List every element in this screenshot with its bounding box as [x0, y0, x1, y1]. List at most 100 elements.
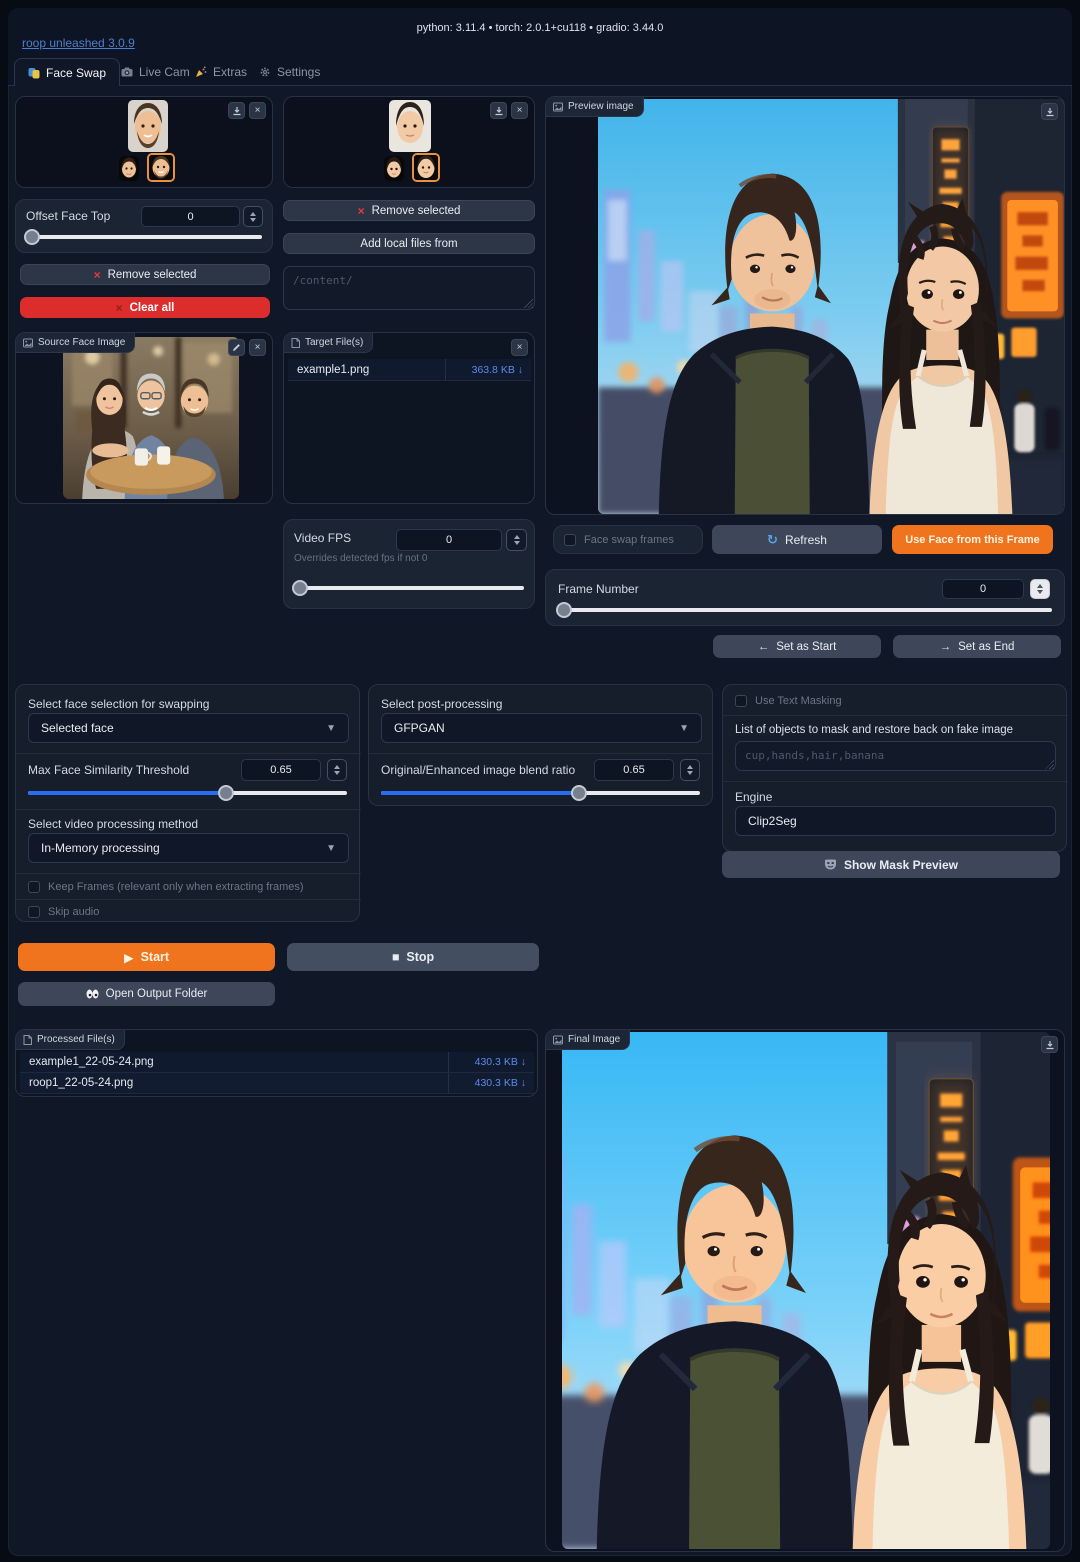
similarity-stepper[interactable]: [327, 759, 347, 781]
close-icon[interactable]: ×: [249, 339, 266, 356]
file-icon: [291, 337, 300, 348]
edit-icon[interactable]: [228, 339, 245, 356]
processed-file-row[interactable]: example1_22-05-24.png 430.3 KB ↓: [20, 1052, 534, 1073]
file-size-download-link[interactable]: 363.8 KB ↓: [445, 359, 531, 380]
final-image: [562, 1032, 1050, 1549]
preview-image-chip: Preview image: [546, 97, 644, 117]
frame-number-value[interactable]: 0: [942, 579, 1024, 599]
mask-objects-textarea[interactable]: [735, 741, 1056, 771]
video-method-dropdown[interactable]: In-Memory processing ▼: [28, 833, 349, 863]
file-name: example1_22-05-24.png: [29, 1056, 154, 1068]
checkbox-box[interactable]: [28, 906, 40, 918]
final-image-chip: Final Image: [546, 1030, 631, 1050]
divider: [723, 781, 1068, 782]
offset-face-top-slider[interactable]: [24, 229, 262, 245]
target-files-chip: Target File(s): [284, 333, 374, 353]
similarity-value[interactable]: 0.65: [241, 759, 321, 781]
download-icon[interactable]: [490, 102, 507, 119]
target-file-row[interactable]: example1.png 363.8 KB ↓: [288, 359, 531, 381]
clear-all-button[interactable]: × Clear all: [20, 297, 270, 318]
target-faces-gallery: ×: [283, 96, 535, 188]
file-name: example1.png: [297, 363, 370, 376]
remove-selected-source-button[interactable]: × Remove selected: [20, 264, 270, 285]
video-fps-value[interactable]: 0: [396, 529, 502, 551]
open-output-folder-button[interactable]: Open Output Folder: [18, 982, 275, 1006]
source-face-image-panel: Source Face Image ×: [15, 332, 273, 504]
eyes-icon: [86, 989, 99, 999]
target-face-thumb-girl[interactable]: [384, 156, 404, 181]
video-method-label: Select video processing method: [28, 817, 199, 831]
similarity-slider[interactable]: [28, 785, 347, 801]
processed-file-row[interactable]: roop1_22-05-24.png 430.3 KB ↓: [20, 1073, 534, 1094]
target-face-large-thumb[interactable]: [389, 100, 431, 152]
file-size-download-link[interactable]: 430.3 KB ↓: [448, 1073, 534, 1093]
offset-face-top-stepper[interactable]: [243, 206, 263, 227]
face-selection-dropdown[interactable]: Selected face ▼: [28, 713, 349, 743]
blend-ratio-input-group: 0.65: [594, 759, 674, 781]
face-swap-frames-checkbox[interactable]: Face swap frames: [564, 533, 674, 546]
offset-face-top-label: Offset Face Top: [26, 209, 111, 223]
blend-ratio-slider[interactable]: [381, 785, 700, 801]
close-icon[interactable]: ×: [511, 339, 528, 356]
source-faces-gallery: ×: [15, 96, 273, 188]
divider: [16, 809, 361, 810]
video-fps-slider[interactable]: [292, 580, 524, 596]
set-as-end-button[interactable]: → Set as End: [893, 635, 1061, 658]
use-text-masking-checkbox[interactable]: Use Text Masking: [735, 695, 842, 707]
file-size-download-link[interactable]: 430.3 KB ↓: [448, 1052, 534, 1072]
environment-info: python: 3.11.4 • torch: 2.0.1+cu118 • gr…: [416, 22, 664, 34]
app-version-link[interactable]: roop unleashed 3.0.9: [22, 36, 135, 50]
left-arrow-icon: ←: [757, 640, 770, 653]
close-icon[interactable]: ×: [249, 102, 266, 119]
resize-grip[interactable]: [524, 299, 533, 308]
source-face-large-thumb[interactable]: [128, 100, 168, 152]
video-fps-stepper[interactable]: [506, 529, 527, 551]
remove-selected-target-button[interactable]: × Remove selected: [283, 200, 535, 221]
set-as-start-button[interactable]: ← Set as Start: [713, 635, 881, 658]
local-path-textarea-wrap: [283, 266, 535, 310]
stop-button[interactable]: ■ Stop: [287, 943, 539, 971]
local-path-textarea[interactable]: [283, 266, 535, 310]
engine-input[interactable]: Clip2Seg: [735, 806, 1056, 836]
download-icon[interactable]: [1041, 1036, 1058, 1053]
tab-face-swap[interactable]: Face Swap: [14, 58, 121, 86]
checkbox-box[interactable]: [28, 881, 40, 893]
camera-icon: [121, 66, 133, 78]
download-icon[interactable]: [1041, 103, 1058, 120]
frame-number-slider[interactable]: [556, 602, 1052, 618]
checkbox-box[interactable]: [564, 533, 576, 546]
blend-ratio-value[interactable]: 0.65: [594, 759, 674, 781]
post-processing-dropdown[interactable]: GFPGAN ▼: [381, 713, 702, 743]
use-face-from-frame-button[interactable]: Use Face from this Frame: [892, 525, 1053, 554]
source-face-thumb-selected[interactable]: [147, 153, 175, 182]
frame-number-stepper[interactable]: [1030, 579, 1050, 599]
processed-files-chip: Processed File(s): [16, 1030, 125, 1050]
start-button[interactable]: ▶ Start: [18, 943, 275, 971]
download-icon[interactable]: [228, 102, 245, 119]
keep-frames-checkbox[interactable]: Keep Frames (relevant only when extracti…: [28, 881, 304, 893]
target-face-thumb-selected[interactable]: [412, 153, 440, 182]
preview-image: [598, 99, 1064, 514]
checkbox-box[interactable]: [735, 695, 747, 707]
similarity-label: Max Face Similarity Threshold: [28, 763, 190, 777]
clear-x-icon: ×: [115, 300, 123, 315]
source-face-photo: [63, 337, 239, 499]
video-fps-input-group: 0: [396, 529, 502, 551]
show-mask-preview-button[interactable]: Show Mask Preview: [722, 851, 1060, 878]
add-local-files-button[interactable]: Add local files from: [283, 233, 535, 254]
offset-face-top-card: Offset Face Top 0: [15, 199, 273, 253]
source-face-thumb-woman[interactable]: [119, 156, 139, 181]
resize-grip[interactable]: [1045, 760, 1054, 769]
tab-settings[interactable]: Settings: [246, 58, 333, 86]
blend-ratio-stepper[interactable]: [680, 759, 700, 781]
video-fps-label: Video FPS: [294, 531, 352, 545]
refresh-button[interactable]: ↻ Refresh: [712, 525, 882, 554]
video-fps-card: Video FPS 0 Overrides detected fps if no…: [283, 519, 535, 609]
chevron-down-icon: ▼: [326, 722, 336, 734]
close-icon[interactable]: ×: [511, 102, 528, 119]
mask-objects-textarea-wrap: [735, 741, 1056, 771]
gear-icon: [259, 66, 271, 78]
frame-number-card: Frame Number 0: [545, 569, 1065, 626]
skip-audio-checkbox[interactable]: Skip audio: [28, 906, 99, 918]
offset-face-top-value[interactable]: 0: [141, 206, 240, 227]
